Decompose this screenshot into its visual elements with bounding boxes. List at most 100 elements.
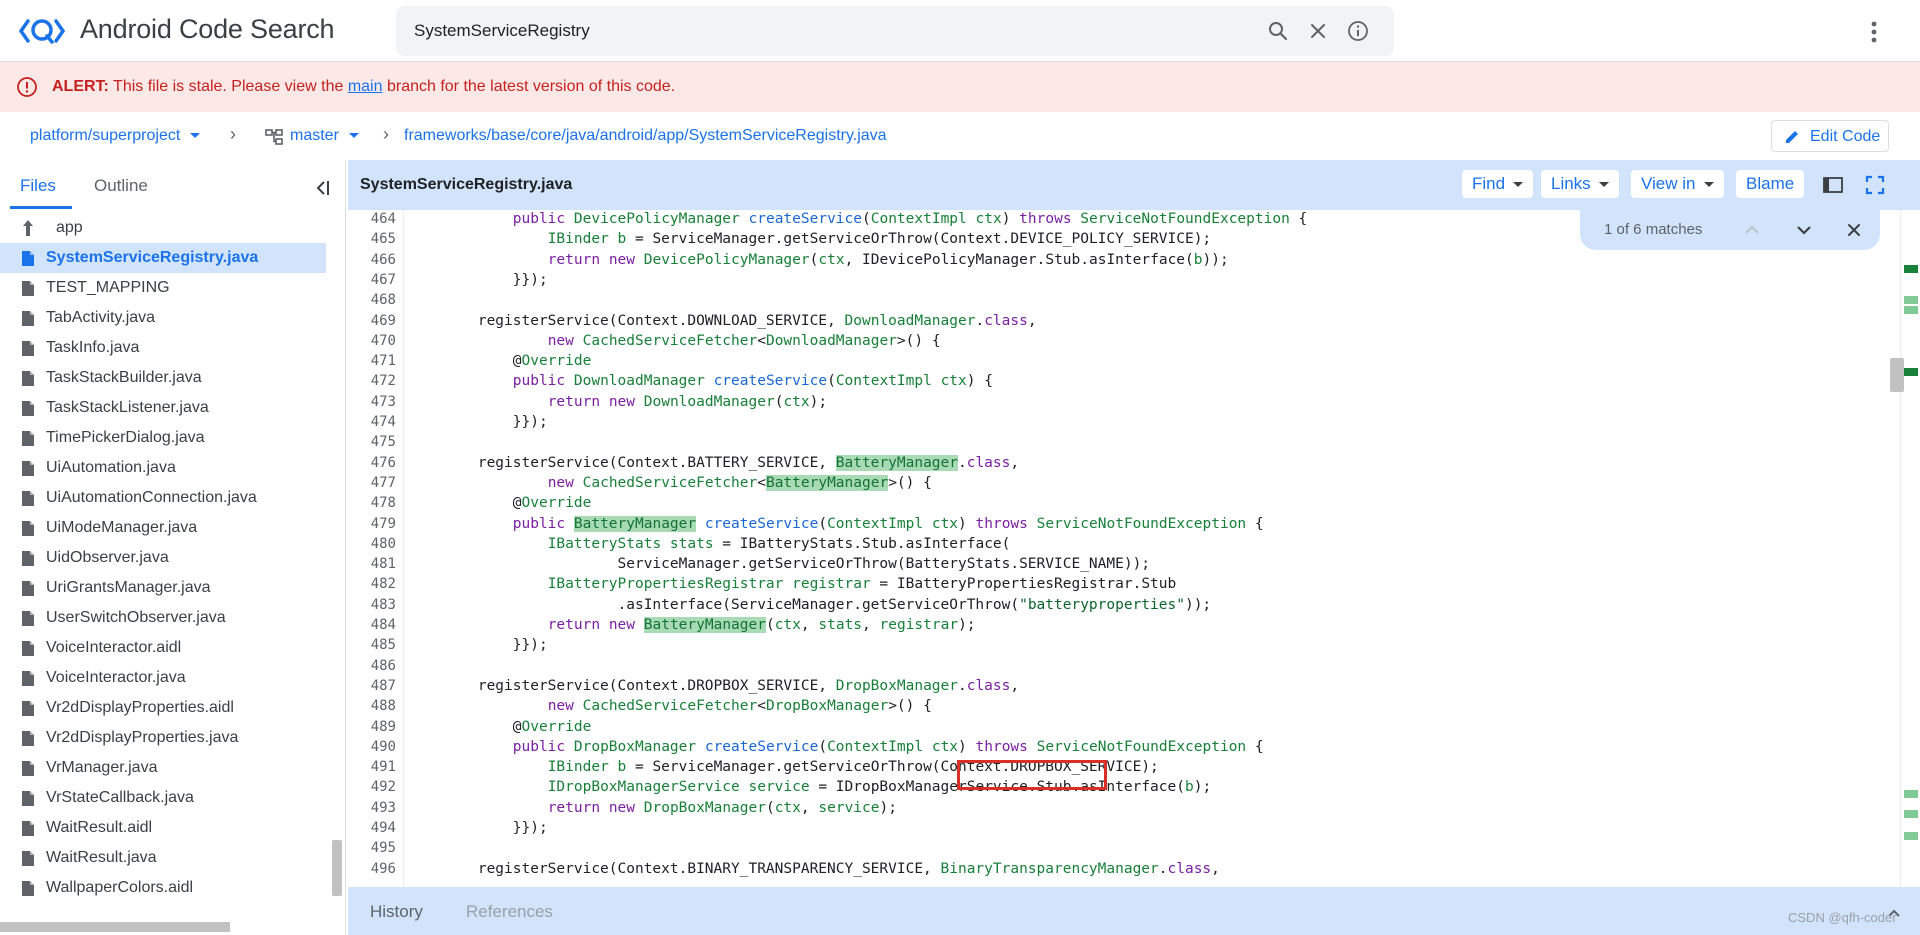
parent-folder-item[interactable]: app	[0, 213, 326, 243]
file-item[interactable]: VrManager.java	[0, 753, 326, 783]
file-icon	[22, 401, 34, 416]
file-icon	[22, 761, 34, 776]
line-number[interactable]: 487	[348, 678, 396, 694]
file-name: TaskStackListener.java	[46, 399, 209, 416]
tab-files[interactable]: Files	[20, 176, 56, 196]
file-item[interactable]: SystemServiceRegistry.java	[0, 243, 326, 273]
file-item[interactable]: WaitResult.aidl	[0, 813, 326, 843]
more-menu-icon[interactable]	[1862, 18, 1886, 46]
layout-icon[interactable]	[1822, 174, 1844, 196]
line-number[interactable]: 492	[348, 779, 396, 795]
line-number[interactable]: 477	[348, 475, 396, 491]
line-number[interactable]: 485	[348, 637, 396, 653]
file-name: VoiceInteractor.aidl	[46, 639, 182, 656]
line-number[interactable]: 468	[348, 292, 396, 308]
code-scrollbar-thumb[interactable]	[1890, 358, 1904, 392]
line-number[interactable]: 496	[348, 861, 396, 877]
line-number[interactable]: 478	[348, 495, 396, 511]
edit-code-button[interactable]: Edit Code	[1771, 120, 1889, 152]
code-line: 492 IDropBoxManagerService service = IDr…	[348, 779, 1900, 799]
file-item[interactable]: TaskStackListener.java	[0, 393, 326, 423]
line-number[interactable]: 484	[348, 617, 396, 633]
file-item[interactable]: VoiceInteractor.aidl	[0, 633, 326, 663]
line-number[interactable]: 472	[348, 373, 396, 389]
line-number[interactable]: 489	[348, 719, 396, 735]
line-number[interactable]: 466	[348, 252, 396, 268]
file-item[interactable]: Vr2dDisplayProperties.java	[0, 723, 326, 753]
tab-outline[interactable]: Outline	[94, 176, 148, 196]
file-item[interactable]: UidObserver.java	[0, 543, 326, 573]
file-item[interactable]: UserSwitchObserver.java	[0, 603, 326, 633]
search-box[interactable]	[396, 6, 1394, 56]
file-item[interactable]: UiModeManager.java	[0, 513, 326, 543]
file-item[interactable]: TEST_MAPPING	[0, 273, 326, 303]
file-item[interactable]: WaitResult.java	[0, 843, 326, 873]
sidebar-horizontal-scrollbar[interactable]	[0, 922, 230, 932]
file-item[interactable]: TaskStackBuilder.java	[0, 363, 326, 393]
line-number[interactable]: 494	[348, 820, 396, 836]
file-item[interactable]: TimePickerDialog.java	[0, 423, 326, 453]
file-item[interactable]: TabActivity.java	[0, 303, 326, 333]
line-number[interactable]: 491	[348, 759, 396, 775]
line-number[interactable]: 464	[348, 211, 396, 227]
line-number[interactable]: 490	[348, 739, 396, 755]
view-in-label: View in	[1641, 174, 1696, 193]
app-title[interactable]: Android Code Search	[80, 14, 335, 45]
blame-button[interactable]: Blame	[1736, 170, 1805, 198]
search-input[interactable]	[414, 6, 1214, 56]
tab-references[interactable]: References	[466, 902, 553, 922]
file-item[interactable]: WallpaperColors.aidl	[0, 873, 326, 903]
code-text: .asInterface(ServiceManager.getServiceOr…	[408, 596, 1212, 613]
project-selector[interactable]: platform/superproject	[30, 127, 201, 145]
sidebar-scrollbar[interactable]	[332, 840, 342, 896]
file-path-link[interactable]: frameworks/base/core/java/android/app/Sy…	[404, 127, 887, 145]
file-item[interactable]: VrStateCallback.java	[0, 783, 326, 813]
info-icon[interactable]	[1346, 19, 1370, 43]
line-number[interactable]: 473	[348, 394, 396, 410]
line-number[interactable]: 481	[348, 556, 396, 572]
line-number[interactable]: 493	[348, 800, 396, 816]
line-number[interactable]: 479	[348, 516, 396, 532]
line-number[interactable]: 470	[348, 333, 396, 349]
line-number[interactable]: 495	[348, 840, 396, 856]
line-number[interactable]: 467	[348, 272, 396, 288]
find-dropdown[interactable]: Find	[1462, 170, 1534, 198]
match-count: 1 of 6 matches	[1604, 221, 1703, 238]
line-number[interactable]: 465	[348, 231, 396, 247]
line-number[interactable]: 482	[348, 576, 396, 592]
tab-history[interactable]: History	[370, 902, 423, 922]
file-item[interactable]: UiAutomationConnection.java	[0, 483, 326, 513]
clear-icon[interactable]	[1306, 19, 1330, 43]
file-item[interactable]: TaskInfo.java	[0, 333, 326, 363]
fullscreen-icon[interactable]	[1864, 174, 1886, 196]
code-viewer[interactable]: 464 public DevicePolicyManager createSer…	[348, 210, 1900, 887]
line-number[interactable]: 475	[348, 434, 396, 450]
line-number[interactable]: 488	[348, 698, 396, 714]
line-number[interactable]: 483	[348, 597, 396, 613]
code-line: 485 }});	[348, 637, 1900, 657]
file-item[interactable]: Vr2dDisplayProperties.aidl	[0, 693, 326, 723]
close-icon[interactable]	[1844, 220, 1864, 240]
chevron-up-icon[interactable]	[1742, 220, 1762, 240]
line-number[interactable]: 486	[348, 658, 396, 674]
chevron-down-icon	[190, 133, 201, 139]
collapse-sidebar-icon[interactable]	[312, 178, 332, 198]
branch-selector[interactable]: master	[290, 127, 359, 145]
main-branch-link[interactable]: main	[348, 78, 383, 95]
file-item[interactable]: UriGrantsManager.java	[0, 573, 326, 603]
line-number[interactable]: 476	[348, 455, 396, 471]
arrow-up-icon	[23, 220, 33, 236]
code-search-logo-icon[interactable]	[18, 12, 66, 50]
chevron-down-icon[interactable]	[1794, 220, 1814, 240]
line-number[interactable]: 480	[348, 536, 396, 552]
file-item[interactable]: UiAutomation.java	[0, 453, 326, 483]
view-in-dropdown[interactable]: View in	[1631, 170, 1724, 198]
links-dropdown[interactable]: Links	[1541, 170, 1619, 198]
line-number[interactable]: 469	[348, 313, 396, 329]
parent-folder-label: app	[56, 219, 83, 236]
line-number[interactable]: 474	[348, 414, 396, 430]
line-number[interactable]: 471	[348, 353, 396, 369]
search-icon[interactable]	[1266, 19, 1290, 43]
file-item[interactable]: VoiceInteractor.java	[0, 663, 326, 693]
code-line: 491 IBinder b = ServiceManager.getServic…	[348, 759, 1900, 779]
